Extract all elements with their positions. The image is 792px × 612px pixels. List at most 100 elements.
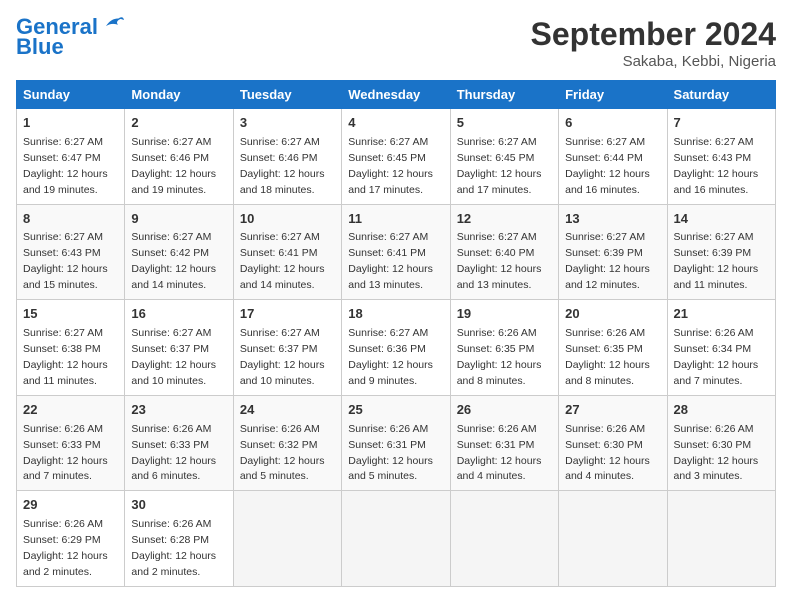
calendar-cell: 9 Sunrise: 6:27 AMSunset: 6:42 PMDayligh…: [125, 204, 233, 300]
calendar-cell: 18 Sunrise: 6:27 AMSunset: 6:36 PMDaylig…: [342, 300, 450, 396]
calendar-week-row: 8 Sunrise: 6:27 AMSunset: 6:43 PMDayligh…: [17, 204, 776, 300]
page-header: General Blue September 2024 Sakaba, Kebb…: [16, 16, 776, 70]
weekday-header-tuesday: Tuesday: [233, 81, 341, 109]
calendar-cell: [559, 491, 667, 587]
calendar-cell: 4 Sunrise: 6:27 AMSunset: 6:45 PMDayligh…: [342, 109, 450, 205]
calendar-cell: 22 Sunrise: 6:26 AMSunset: 6:33 PMDaylig…: [17, 395, 125, 491]
calendar-cell: 27 Sunrise: 6:26 AMSunset: 6:30 PMDaylig…: [559, 395, 667, 491]
calendar-cell: 2 Sunrise: 6:27 AMSunset: 6:46 PMDayligh…: [125, 109, 233, 205]
day-info: Sunrise: 6:26 AMSunset: 6:35 PMDaylight:…: [457, 327, 542, 387]
day-info: Sunrise: 6:26 AMSunset: 6:29 PMDaylight:…: [23, 518, 108, 578]
day-number: 28: [674, 401, 769, 420]
day-info: Sunrise: 6:27 AMSunset: 6:45 PMDaylight:…: [348, 136, 433, 196]
day-number: 2: [131, 114, 226, 133]
day-number: 14: [674, 210, 769, 229]
calendar-cell: 30 Sunrise: 6:26 AMSunset: 6:28 PMDaylig…: [125, 491, 233, 587]
day-info: Sunrise: 6:27 AMSunset: 6:39 PMDaylight:…: [565, 231, 650, 291]
day-info: Sunrise: 6:27 AMSunset: 6:41 PMDaylight:…: [348, 231, 433, 291]
day-info: Sunrise: 6:27 AMSunset: 6:40 PMDaylight:…: [457, 231, 542, 291]
calendar-cell: 19 Sunrise: 6:26 AMSunset: 6:35 PMDaylig…: [450, 300, 558, 396]
calendar-cell: [233, 491, 341, 587]
day-number: 20: [565, 305, 660, 324]
day-number: 5: [457, 114, 552, 133]
calendar-cell: 28 Sunrise: 6:26 AMSunset: 6:30 PMDaylig…: [667, 395, 775, 491]
calendar-cell: 14 Sunrise: 6:27 AMSunset: 6:39 PMDaylig…: [667, 204, 775, 300]
day-number: 15: [23, 305, 118, 324]
calendar-table: SundayMondayTuesdayWednesdayThursdayFrid…: [16, 80, 776, 587]
day-number: 1: [23, 114, 118, 133]
day-number: 21: [674, 305, 769, 324]
calendar-cell: 29 Sunrise: 6:26 AMSunset: 6:29 PMDaylig…: [17, 491, 125, 587]
day-info: Sunrise: 6:27 AMSunset: 6:39 PMDaylight:…: [674, 231, 759, 291]
day-info: Sunrise: 6:27 AMSunset: 6:37 PMDaylight:…: [240, 327, 325, 387]
day-number: 22: [23, 401, 118, 420]
day-info: Sunrise: 6:27 AMSunset: 6:46 PMDaylight:…: [240, 136, 325, 196]
day-number: 24: [240, 401, 335, 420]
day-number: 6: [565, 114, 660, 133]
day-info: Sunrise: 6:27 AMSunset: 6:38 PMDaylight:…: [23, 327, 108, 387]
day-number: 18: [348, 305, 443, 324]
calendar-cell: 25 Sunrise: 6:26 AMSunset: 6:31 PMDaylig…: [342, 395, 450, 491]
day-info: Sunrise: 6:27 AMSunset: 6:41 PMDaylight:…: [240, 231, 325, 291]
calendar-week-row: 29 Sunrise: 6:26 AMSunset: 6:29 PMDaylig…: [17, 491, 776, 587]
calendar-cell: 12 Sunrise: 6:27 AMSunset: 6:40 PMDaylig…: [450, 204, 558, 300]
day-number: 19: [457, 305, 552, 324]
day-info: Sunrise: 6:27 AMSunset: 6:47 PMDaylight:…: [23, 136, 108, 196]
calendar-cell: 5 Sunrise: 6:27 AMSunset: 6:45 PMDayligh…: [450, 109, 558, 205]
day-info: Sunrise: 6:26 AMSunset: 6:28 PMDaylight:…: [131, 518, 216, 578]
weekday-header-friday: Friday: [559, 81, 667, 109]
day-info: Sunrise: 6:26 AMSunset: 6:31 PMDaylight:…: [348, 423, 433, 483]
day-info: Sunrise: 6:27 AMSunset: 6:44 PMDaylight:…: [565, 136, 650, 196]
calendar-cell: [342, 491, 450, 587]
calendar-cell: 7 Sunrise: 6:27 AMSunset: 6:43 PMDayligh…: [667, 109, 775, 205]
month-title: September 2024: [531, 16, 776, 53]
day-number: 11: [348, 210, 443, 229]
day-number: 7: [674, 114, 769, 133]
calendar-cell: 8 Sunrise: 6:27 AMSunset: 6:43 PMDayligh…: [17, 204, 125, 300]
calendar-cell: 3 Sunrise: 6:27 AMSunset: 6:46 PMDayligh…: [233, 109, 341, 205]
calendar-cell: 21 Sunrise: 6:26 AMSunset: 6:34 PMDaylig…: [667, 300, 775, 396]
day-info: Sunrise: 6:26 AMSunset: 6:34 PMDaylight:…: [674, 327, 759, 387]
title-area: September 2024 Sakaba, Kebbi, Nigeria: [531, 16, 776, 70]
weekday-header-thursday: Thursday: [450, 81, 558, 109]
day-number: 17: [240, 305, 335, 324]
day-info: Sunrise: 6:26 AMSunset: 6:33 PMDaylight:…: [131, 423, 216, 483]
weekday-header-row: SundayMondayTuesdayWednesdayThursdayFrid…: [17, 81, 776, 109]
logo-blue: Blue: [16, 34, 64, 60]
calendar-cell: 17 Sunrise: 6:27 AMSunset: 6:37 PMDaylig…: [233, 300, 341, 396]
day-info: Sunrise: 6:27 AMSunset: 6:43 PMDaylight:…: [674, 136, 759, 196]
location-subtitle: Sakaba, Kebbi, Nigeria: [531, 53, 776, 70]
calendar-cell: 15 Sunrise: 6:27 AMSunset: 6:38 PMDaylig…: [17, 300, 125, 396]
day-number: 10: [240, 210, 335, 229]
calendar-cell: [450, 491, 558, 587]
day-number: 4: [348, 114, 443, 133]
day-number: 8: [23, 210, 118, 229]
weekday-header-saturday: Saturday: [667, 81, 775, 109]
day-info: Sunrise: 6:27 AMSunset: 6:45 PMDaylight:…: [457, 136, 542, 196]
calendar-cell: 24 Sunrise: 6:26 AMSunset: 6:32 PMDaylig…: [233, 395, 341, 491]
calendar-week-row: 22 Sunrise: 6:26 AMSunset: 6:33 PMDaylig…: [17, 395, 776, 491]
day-info: Sunrise: 6:26 AMSunset: 6:30 PMDaylight:…: [674, 423, 759, 483]
day-info: Sunrise: 6:27 AMSunset: 6:46 PMDaylight:…: [131, 136, 216, 196]
day-number: 13: [565, 210, 660, 229]
weekday-header-sunday: Sunday: [17, 81, 125, 109]
logo-bird-icon: [100, 14, 124, 32]
logo: General Blue: [16, 16, 124, 60]
calendar-cell: 16 Sunrise: 6:27 AMSunset: 6:37 PMDaylig…: [125, 300, 233, 396]
day-number: 29: [23, 496, 118, 515]
day-number: 25: [348, 401, 443, 420]
day-number: 23: [131, 401, 226, 420]
weekday-header-monday: Monday: [125, 81, 233, 109]
weekday-header-wednesday: Wednesday: [342, 81, 450, 109]
day-number: 26: [457, 401, 552, 420]
calendar-cell: 11 Sunrise: 6:27 AMSunset: 6:41 PMDaylig…: [342, 204, 450, 300]
day-info: Sunrise: 6:26 AMSunset: 6:30 PMDaylight:…: [565, 423, 650, 483]
calendar-cell: 20 Sunrise: 6:26 AMSunset: 6:35 PMDaylig…: [559, 300, 667, 396]
day-info: Sunrise: 6:27 AMSunset: 6:42 PMDaylight:…: [131, 231, 216, 291]
day-number: 3: [240, 114, 335, 133]
day-number: 30: [131, 496, 226, 515]
day-info: Sunrise: 6:27 AMSunset: 6:43 PMDaylight:…: [23, 231, 108, 291]
calendar-week-row: 1 Sunrise: 6:27 AMSunset: 6:47 PMDayligh…: [17, 109, 776, 205]
calendar-cell: 6 Sunrise: 6:27 AMSunset: 6:44 PMDayligh…: [559, 109, 667, 205]
calendar-cell: 1 Sunrise: 6:27 AMSunset: 6:47 PMDayligh…: [17, 109, 125, 205]
